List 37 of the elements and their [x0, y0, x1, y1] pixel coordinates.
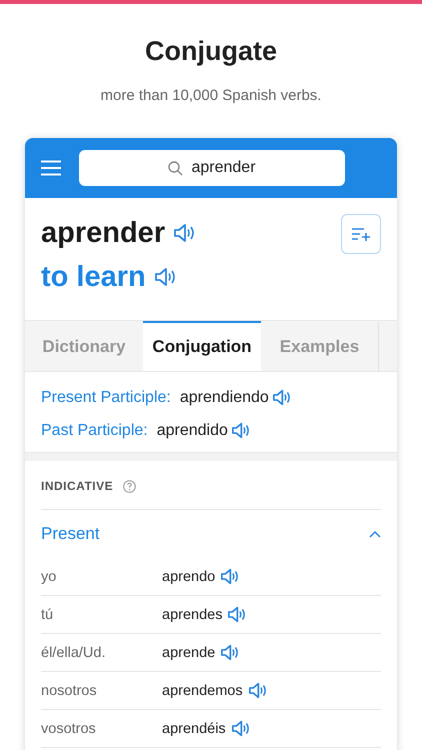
pronoun: él/ella/Ud. — [41, 644, 106, 660]
speaker-icon[interactable] — [227, 606, 246, 623]
tense-header[interactable]: Present — [41, 510, 381, 558]
menu-icon[interactable] — [41, 160, 61, 176]
verb-form: aprendéis — [162, 720, 226, 736]
tab[interactable]: Conjugation — [143, 321, 261, 371]
translation: to learn — [41, 260, 146, 294]
speaker-icon[interactable] — [173, 223, 196, 243]
verb-form: aprendes — [162, 606, 222, 622]
verb-form: aprendo — [162, 568, 216, 584]
headword: aprender — [41, 216, 166, 250]
verb-form: aprendemos — [162, 682, 243, 698]
speaker-icon[interactable] — [230, 720, 250, 737]
participle-value: aprendido — [156, 422, 228, 440]
add-to-list-button[interactable] — [341, 214, 381, 254]
page-title: Conjugate — [145, 36, 277, 67]
page-subtitle: more than 10,000 Spanish verbs. — [100, 87, 322, 104]
participle-label: Past Participle: — [41, 422, 148, 440]
speaker-icon[interactable] — [220, 644, 240, 661]
speaker-icon[interactable] — [230, 422, 250, 439]
section-label: INDICATIVE — [41, 479, 114, 493]
search-icon — [168, 160, 184, 176]
tense-label: Present — [41, 524, 100, 544]
participle-value: aprendiendo — [180, 388, 269, 406]
pronoun: vosotros — [41, 720, 97, 736]
help-icon[interactable] — [123, 480, 136, 492]
add-list-icon — [352, 227, 370, 241]
speaker-icon[interactable] — [272, 389, 291, 406]
participle-label: Present Participle: — [41, 388, 171, 406]
pronoun: nosotros — [41, 682, 98, 698]
speaker-icon[interactable] — [248, 682, 267, 699]
verb-form: aprende — [162, 644, 216, 660]
speaker-icon[interactable] — [154, 267, 176, 287]
pronoun: tú — [41, 606, 54, 622]
pronoun: yo — [41, 568, 58, 584]
search-field[interactable]: aprender — [79, 150, 345, 186]
speaker-icon[interactable] — [220, 568, 240, 585]
